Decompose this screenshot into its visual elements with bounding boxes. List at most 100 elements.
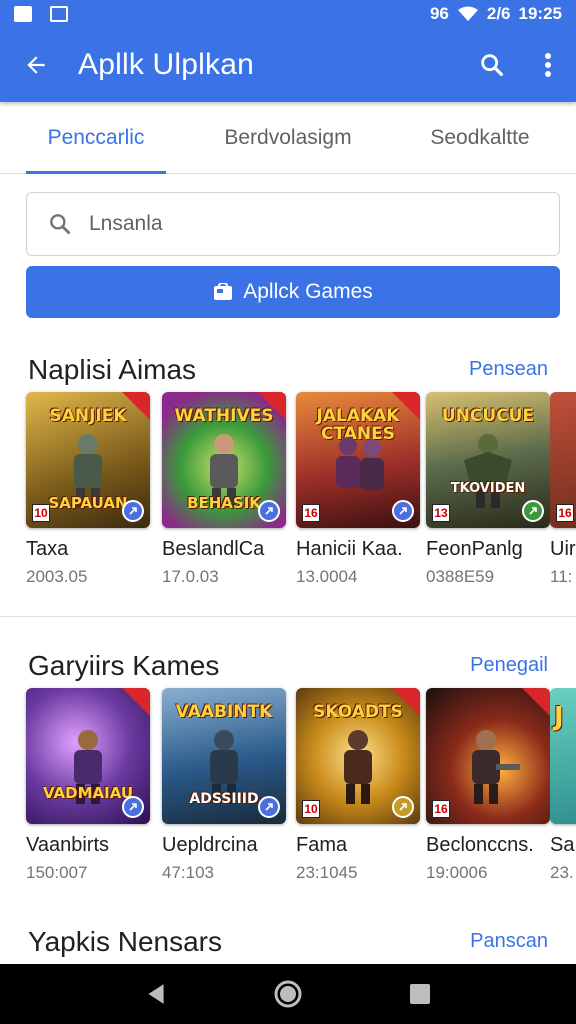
age-rating: 16 [556,504,574,522]
nav-back-button[interactable] [126,964,186,1024]
app-card[interactable]: J Sa 23. [550,688,576,883]
search-icon [50,214,71,235]
section-more-link[interactable]: Penegail [470,654,548,677]
install-badge-icon [522,500,544,522]
app-meta: 17.0.03 [162,567,219,586]
app-tile: SKOADTS 10 [296,688,420,824]
app-meta: 2003.05 [26,567,88,586]
app-tile: SANJIEK SAPAUAN 10 [26,392,150,528]
triangle-back-icon [148,984,164,1004]
section-featured: Naplisi Aimas Pensean SANJIEK SAPAUAN 10… [0,350,576,586]
age-rating: 16 [432,800,450,818]
more-vert-icon [545,53,551,77]
square-recents-icon [410,984,430,1004]
tab-penccarlic[interactable]: Penccarlic [0,102,192,174]
app-name: FeonPanlg [426,538,523,560]
tile-subtitle: TKOVIDEN [450,481,526,496]
install-badge-icon [258,796,280,818]
app-card[interactable]: 16 Beclonccns. 19:0006 [426,688,550,883]
apps-games-label: Apllck Games [243,280,373,303]
signal-text: 96 [429,4,449,23]
tile-title: SKOADTS [313,702,403,722]
app-meta: 11: [550,567,573,586]
app-card[interactable]: JALAKAK CTANES 16 Hanicii Kaa. 13.0004 [296,392,420,587]
divider [0,616,576,617]
search-placeholder: Lnsanla [89,212,163,235]
age-rating: 10 [32,504,50,522]
section-more-link[interactable]: Pensean [469,358,548,381]
app-meta: 23. [550,863,574,882]
app-card[interactable]: UNCUCUE TKOVIDEN 13 FeonPanlg 0388E59 [426,392,550,587]
nav-recents-button[interactable] [390,964,450,1024]
age-rating: 10 [302,800,320,818]
wifi-icon [457,6,478,21]
tab-bar: Penccarlic Berdvolasigm Seodkaltte [0,102,576,174]
app-bar: Apllk Ulplkan [0,28,576,102]
arrow-left-icon [27,56,45,74]
tile-title: UNCUCUE [441,406,535,426]
app-meta: 0388E59 [426,567,495,586]
section-games: Garyiirs Kames Penegail VADMAIAU Vaanbir… [0,646,576,882]
app-card[interactable]: WATHIVES BEHASIK BeslandlCa 17.0.03 [162,392,286,587]
character-art-icon [472,730,520,804]
app-meta: 47:103 [162,863,214,882]
tab-seodkaltte[interactable]: Seodkaltte [384,102,576,173]
page-title: Apllk Ulplkan [78,48,255,81]
search-button[interactable] [464,28,520,102]
age-rating: 13 [432,504,450,522]
install-badge-icon [392,796,414,818]
app-tile: WATHIVES BEHASIK [162,392,286,528]
app-tile: J [550,688,576,824]
app-tile: UNCUCUE TKOVIDEN 13 [426,392,550,528]
back-button[interactable] [0,28,72,102]
store-icon [214,283,233,300]
install-badge-icon [122,500,144,522]
install-badge-icon [122,796,144,818]
character-art-icon [464,434,512,508]
app-name: Uir [550,538,576,560]
nav-home-button[interactable] [258,964,318,1024]
clock: 19:25 [518,4,562,23]
search-icon [481,54,503,76]
app-name: Beclonccns. [426,834,534,856]
app-name: Taxa [26,538,69,560]
tile-title: SANJIEK [49,406,127,426]
app-card[interactable]: VAABINTK ADSSIIID Uepldrcina 47:103 [162,688,286,883]
age-rating: 16 [302,504,320,522]
tile-title: WATHIVES [174,406,274,426]
app-tile: 16 [426,688,550,824]
app-tile: JALAKAK CTANES 16 [296,392,420,528]
section-more-link[interactable]: Panscan [470,930,548,953]
circle-home-icon [274,980,302,1008]
character-art-icon [336,437,384,490]
section-title: Garyiirs Kames [28,650,220,681]
battery-text: 2/6 [486,4,511,23]
system-nav-bar [0,964,576,1024]
app-name: Uepldrcina [162,834,258,856]
app-name: Fama [296,834,348,856]
message-icon [50,6,68,22]
notification-icon [14,6,32,22]
tab-berdvolasigm[interactable]: Berdvolasigm [192,102,384,173]
character-art-icon [344,730,372,804]
app-tile: VAABINTK ADSSIIID [162,688,286,824]
app-card[interactable]: SKOADTS 10 Fama 23:1045 [296,688,420,883]
app-name: Vaanbirts [26,834,110,856]
app-name: Hanicii Kaa. [296,538,403,560]
app-card[interactable]: SANJIEK SAPAUAN 10 Taxa 2003.05 [26,392,150,587]
section-third: Yapkis Nensars Panscan [0,922,576,962]
app-meta: 23:1045 [296,863,358,882]
search-input[interactable]: Lnsanla [26,192,560,256]
section-title: Yapkis Nensars [28,926,223,957]
app-name: Sa [550,834,575,856]
overflow-menu-button[interactable] [520,28,576,102]
app-card[interactable]: 16 Uir 11: [550,392,576,587]
apps-games-button[interactable]: Apllck Games [26,266,560,318]
tile-title: VAABINTK [175,702,273,722]
section-title: Naplisi Aimas [28,354,197,385]
app-card[interactable]: VADMAIAU Vaanbirts 150:007 [26,688,150,883]
tile-title: J [554,702,564,732]
app-meta: 19:0006 [426,863,488,882]
app-tile: 16 [550,392,576,528]
app-row: SANJIEK SAPAUAN 10 Taxa 2003.05 WATHIVES… [26,392,576,592]
